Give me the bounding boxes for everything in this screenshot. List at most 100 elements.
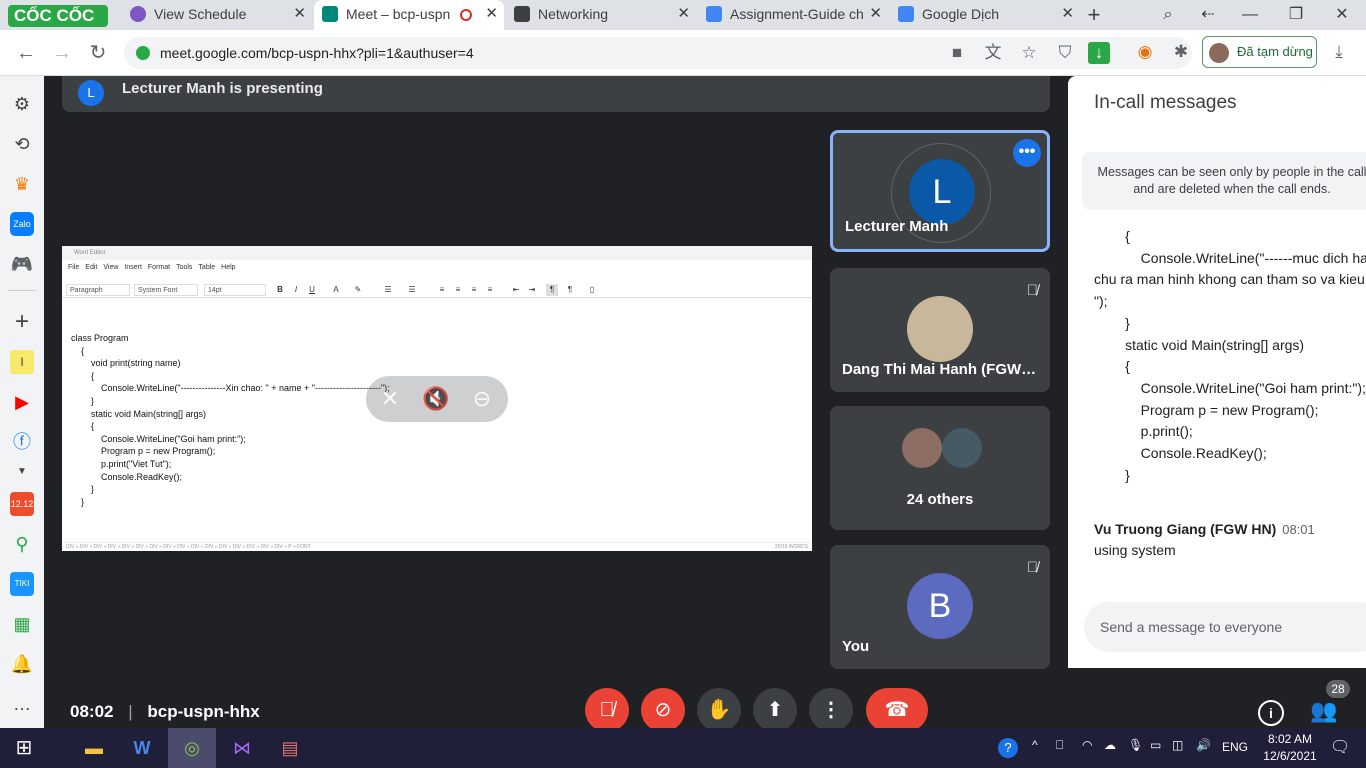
editor-menu-bar: File Edit View Insert Format Tools Table Help (68, 264, 236, 271)
device-icon[interactable]: ⎕ (1056, 738, 1063, 753)
translate-icon[interactable]: 文 (980, 40, 1006, 66)
coccoc-extension-icon[interactable]: ◉ (1132, 39, 1158, 65)
wifi-icon[interactable]: ◠ (1082, 738, 1092, 752)
chevron-down-icon[interactable]: ▼ (10, 460, 34, 484)
calendar-icon[interactable]: ▦ (10, 612, 34, 636)
participant-tile-you[interactable]: B 🎙̸ You (830, 545, 1050, 669)
tab-view-schedule[interactable]: View Schedule ✕ (122, 0, 312, 30)
underline-icon: U (309, 285, 315, 294)
add-icon[interactable]: + (10, 310, 34, 334)
tab-meet[interactable]: Meet – bcp-uspn ✕ (314, 0, 504, 30)
editor-format-toolbar: Paragraph System Font 14pt B I U A ✎ ☰ ☰… (62, 282, 812, 298)
history-icon[interactable]: ⟲ (10, 132, 34, 156)
screen-icon[interactable]: ▭ (1150, 738, 1161, 752)
downloads-icon[interactable]: ⤓ (1326, 39, 1352, 65)
shopee-icon[interactable]: 12.12 (10, 492, 34, 516)
leave-call-button[interactable]: ☎ (866, 688, 928, 732)
extensions-puzzle-icon[interactable]: ✱ (1168, 39, 1194, 65)
network-icon[interactable]: ◫ (1172, 738, 1183, 752)
browser-sidebar: ⚙ ⟲ ♛ Zalo 🎮 + I ▶ ⓕ ▼ 12.12 ⚲ TIKI ▦ 🔔 … (0, 76, 44, 728)
meet-stage: L Lecturer Manh is presenting Word Edito… (44, 76, 1350, 732)
tab-networking[interactable]: Networking ✕ (506, 0, 696, 30)
meeting-info: 08:02 | bcp-uspn-hhx (70, 702, 260, 721)
chevron-up-icon[interactable]: ^ (1032, 738, 1038, 752)
help-icon[interactable]: ? (998, 738, 1018, 758)
file-explorer-icon[interactable]: ▬ (70, 728, 118, 768)
notification-icon[interactable]: 🗨 (1330, 737, 1350, 757)
participant-tile-lecturer[interactable]: L ••• Lecturer Manh (830, 130, 1050, 252)
meeting-code[interactable]: bcp-uspn-hhx (147, 702, 259, 721)
volume-icon[interactable]: 🔊 (1196, 738, 1211, 752)
minimize-button[interactable]: — (1230, 2, 1270, 28)
raise-hand-button[interactable]: ✋ (697, 688, 741, 732)
coccoc-logo[interactable]: CỐC CỐC (8, 5, 108, 27)
close-tab-icon[interactable]: ✕ (293, 0, 306, 28)
participant-tile-dang-thi-mai-hanh[interactable]: 🎙̸ Dang Thi Mai Hanh (FGW HN) (830, 268, 1050, 392)
chat-message-code: { Console.WriteLine("------muc dich ham … (1094, 228, 1366, 483)
profile-button[interactable]: Đã tạm dừng (1202, 36, 1317, 68)
close-tab-icon[interactable]: ✕ (485, 0, 498, 28)
restore-button[interactable]: ❐ (1276, 2, 1316, 28)
tiki-icon[interactable]: TIKI (10, 572, 34, 596)
facebook-icon[interactable]: ⓕ (10, 430, 34, 454)
close-window-button[interactable]: ✕ (1322, 2, 1362, 28)
close-tab-icon[interactable]: ✕ (1061, 0, 1074, 28)
cloud-icon[interactable]: ☁ (1104, 738, 1116, 752)
notes-icon[interactable]: I (10, 350, 34, 374)
gear-icon[interactable]: ⚙ (10, 92, 34, 116)
tab-google-translate[interactable]: Google Dịch ✕ (890, 0, 1080, 30)
windows-start-icon[interactable]: ⊞ (0, 728, 48, 768)
gamepad-icon[interactable]: 🎮 (10, 252, 34, 276)
google-translate-icon (898, 6, 914, 22)
visual-studio-icon[interactable]: ⋈ (218, 728, 266, 768)
chat-panel: In-call messages Messages can be seen on… (1068, 76, 1366, 668)
tab-assignment-guide[interactable]: Assignment-Guide ch ✕ (698, 0, 888, 30)
meeting-details-icon[interactable]: i (1258, 700, 1284, 726)
clock[interactable]: 8:02 AM 12/6/2021 (1260, 732, 1320, 763)
mic-off-icon[interactable]: ✕ (376, 386, 404, 412)
style-select: Paragraph (66, 284, 130, 296)
camera-icon[interactable]: ■ (944, 40, 970, 66)
zalo-icon[interactable]: Zalo (10, 212, 34, 236)
microphone-icon[interactable]: 🎙 (1128, 738, 1143, 752)
chat-title: In-call messages (1094, 92, 1237, 113)
volume-off-icon[interactable]: 🔇 (422, 386, 450, 412)
avatar: L (78, 80, 104, 106)
word-icon[interactable]: W (118, 728, 166, 768)
shield-icon[interactable]: ⛉ (1052, 40, 1078, 66)
winrar-icon[interactable]: ▤ (266, 728, 314, 768)
size-select: 14pt (204, 284, 266, 296)
back-history-icon[interactable]: ⇠ (1188, 2, 1228, 28)
participant-name: Lecturer Manh (845, 218, 949, 235)
participant-photo (902, 428, 942, 468)
coccoc-taskbar-icon[interactable]: ◎ (168, 728, 216, 768)
language-indicator[interactable]: ENG (1222, 740, 1248, 754)
mic-toggle-button[interactable]: 🎙̸ (585, 688, 629, 732)
reload-button[interactable]: ↻ (84, 39, 112, 67)
tab-search-icon[interactable]: ⌕ (1148, 2, 1188, 28)
more-icon[interactable]: … (10, 692, 34, 716)
back-button[interactable]: ← (12, 39, 40, 67)
crown-icon[interactable]: ♛ (10, 172, 34, 196)
close-tab-icon[interactable]: ✕ (677, 0, 690, 28)
download-extension-icon[interactable]: ↓ (1088, 42, 1110, 64)
google-meet-icon (322, 6, 338, 22)
more-options-button[interactable]: ⋮ (809, 688, 853, 732)
people-icon[interactable]: 👥 (1310, 698, 1337, 724)
divider (8, 290, 36, 291)
forward-button[interactable]: → (48, 39, 76, 67)
remove-icon[interactable]: ⊖ (468, 386, 496, 412)
youtube-icon[interactable]: ▶ (10, 390, 34, 414)
participant-name: You (842, 638, 870, 655)
camera-toggle-button[interactable]: ⊘ (641, 688, 685, 732)
present-screen-button[interactable]: ⬆ (753, 688, 797, 732)
bookmark-star-icon[interactable]: ☆ (1016, 40, 1042, 66)
map-pin-icon[interactable]: ⚲ (10, 532, 34, 556)
participant-tile-others[interactable]: 24 others (830, 406, 1050, 530)
new-tab-button[interactable]: + (1074, 2, 1114, 28)
address-bar[interactable]: meet.google.com/bcp-uspn-hhx?pli=1&authu… (124, 37, 1192, 69)
bell-icon[interactable]: 🔔 (10, 652, 34, 676)
close-tab-icon[interactable]: ✕ (869, 0, 882, 28)
more-options-icon[interactable]: ••• (1013, 139, 1041, 167)
chat-input[interactable]: Send a message to everyone (1084, 602, 1366, 652)
